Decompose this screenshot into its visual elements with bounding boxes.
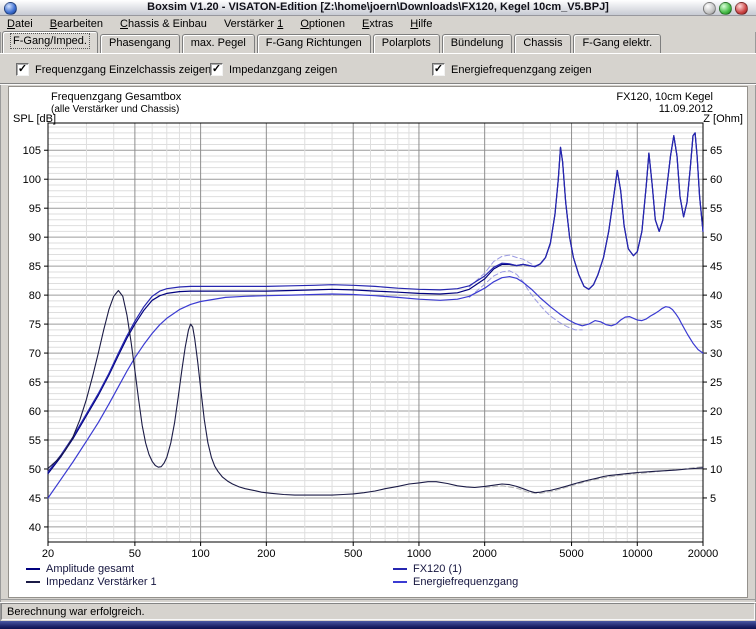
tab-fgang-imped[interactable]: F-Gang/Imped. (2, 31, 98, 53)
svg-text:95: 95 (29, 203, 41, 215)
tab-bar: F-Gang/Imped. Phasengang max. Pegel F-Ga… (2, 31, 663, 53)
y-axis-label-right: Z [Ohm] (703, 113, 743, 125)
window-titlebar: Boxsim V1.20 - VISATON-Edition [Z:\home\… (0, 0, 756, 16)
close-button[interactable] (735, 2, 748, 15)
svg-text:10000: 10000 (622, 548, 653, 560)
chart-panel: 20 50 100 200 500 1000 2000 5000 10000 20000 40 45 5… (8, 86, 748, 598)
checkbox-icon[interactable]: ✓ (210, 63, 223, 76)
legend-item-fx120: FX120 (1) (393, 563, 462, 575)
chart-title: Frequenzgang Gesamtbox (51, 91, 182, 103)
svg-text:45: 45 (29, 493, 41, 505)
legend-swatch-icon (393, 568, 407, 570)
window-bottom-border (0, 621, 756, 629)
status-bar: Berechnung war erfolgreich. (1, 603, 755, 620)
svg-text:100: 100 (191, 548, 209, 560)
y-axis-label-left: SPL [dB] (13, 113, 57, 125)
checkbox-icon[interactable]: ✓ (16, 63, 29, 76)
menu-optionen[interactable]: Optionen (293, 16, 352, 31)
svg-text:40: 40 (710, 290, 722, 302)
checkbox-label: Frequenzgang Einzelchassis zeigen (35, 63, 212, 76)
window-title: Boxsim V1.20 - VISATON-Edition [Z:\home\… (147, 1, 609, 13)
maximize-button[interactable] (719, 2, 732, 15)
menu-verstaerker-1[interactable]: Verstärker 1 (217, 16, 290, 31)
menu-datei[interactable]: Datei (0, 16, 40, 31)
tab-phasengang[interactable]: Phasengang (99, 34, 180, 53)
svg-text:55: 55 (29, 435, 41, 447)
tab-max-pegel[interactable]: max. Pegel (181, 34, 255, 53)
svg-text:85: 85 (29, 261, 41, 273)
svg-text:50: 50 (29, 464, 41, 476)
svg-text:55: 55 (710, 203, 722, 215)
checkbox-icon[interactable]: ✓ (432, 63, 445, 76)
menu-hilfe[interactable]: Hilfe (403, 16, 439, 31)
tab-fgang-elektr[interactable]: F-Gang elektr. (573, 34, 662, 53)
status-text: Berechnung war erfolgreich. (7, 606, 145, 618)
svg-text:75: 75 (29, 319, 41, 331)
svg-text:50: 50 (710, 232, 722, 244)
checkbox-impedanzgang[interactable]: ✓ Impedanzgang zeigen (210, 63, 337, 76)
svg-text:40: 40 (29, 522, 41, 534)
svg-text:5000: 5000 (559, 548, 583, 560)
svg-text:15: 15 (710, 435, 722, 447)
svg-text:50: 50 (129, 548, 141, 560)
svg-text:10: 10 (710, 464, 722, 476)
svg-text:65: 65 (710, 145, 722, 157)
menu-chassis-einbau[interactable]: Chassis & Einbau (113, 16, 214, 31)
menu-bearbeiten[interactable]: Bearbeiten (43, 16, 110, 31)
chart-options-toolbar: ✓ Frequenzgang Einzelchassis zeigen ✓ Im… (0, 53, 756, 84)
legend-item-impedanz: Impedanz Verstärker 1 (26, 576, 157, 588)
svg-text:20: 20 (710, 406, 722, 418)
legend-label: Energiefrequenzgang (413, 576, 519, 588)
svg-text:25: 25 (710, 377, 722, 389)
checkbox-energiefrequenzgang[interactable]: ✓ Energiefrequenzgang zeigen (432, 63, 592, 76)
tab-chassis[interactable]: Chassis (514, 34, 572, 53)
checkbox-label: Impedanzgang zeigen (229, 63, 338, 76)
svg-text:500: 500 (344, 548, 362, 560)
chart-subtitle: (alle Verstärker und Chassis) (51, 104, 180, 115)
boxsim-window: { "window": { "title": "Boxsim V1.20 - V… (0, 0, 756, 629)
minimize-button[interactable] (703, 2, 716, 15)
svg-text:2000: 2000 (472, 548, 496, 560)
tab-fgang-richtungen[interactable]: F-Gang Richtungen (256, 34, 371, 53)
svg-text:60: 60 (710, 174, 722, 186)
svg-text:70: 70 (29, 348, 41, 360)
tab-polarplots[interactable]: Polarplots (372, 34, 440, 53)
legend-item-energiefrequenzgang: Energiefrequenzgang (393, 576, 518, 588)
svg-text:35: 35 (710, 319, 722, 331)
legend-swatch-icon (26, 581, 40, 583)
legend-swatch-icon (393, 581, 407, 583)
chart-annotation: FX120, 10cm Kegel 11.09.2012 (616, 91, 713, 115)
svg-text:100: 100 (23, 174, 41, 186)
tab-buendelung[interactable]: Bündelung (441, 34, 513, 53)
project-name: FX120, 10cm Kegel (616, 91, 713, 103)
svg-text:90: 90 (29, 232, 41, 244)
svg-text:20: 20 (42, 548, 54, 560)
legend-item-amplitude-gesamt: Amplitude gesamt (26, 563, 134, 575)
svg-text:1000: 1000 (407, 548, 431, 560)
legend-label: Amplitude gesamt (46, 563, 135, 575)
svg-text:200: 200 (257, 548, 275, 560)
project-date: 11.09.2012 (658, 103, 713, 115)
svg-text:20000: 20000 (688, 548, 719, 560)
svg-text:45: 45 (710, 261, 722, 273)
svg-text:5: 5 (710, 493, 716, 505)
svg-text:65: 65 (29, 377, 41, 389)
legend-label: FX120 (1) (413, 563, 462, 575)
svg-text:30: 30 (710, 348, 722, 360)
chart-plot: 20 50 100 200 500 1000 2000 5000 10000 20000 40 45 5… (23, 122, 722, 560)
svg-text:105: 105 (23, 145, 41, 157)
legend-label: Impedanz Verstärker 1 (46, 576, 157, 588)
svg-text:80: 80 (29, 290, 41, 302)
checkbox-label: Energiefrequenzgang zeigen (451, 63, 592, 76)
svg-text:60: 60 (29, 406, 41, 418)
menu-extras[interactable]: Extras (355, 16, 400, 31)
checkbox-frequenzgang-einzelchassis[interactable]: ✓ Frequenzgang Einzelchassis zeigen (16, 63, 211, 76)
legend-swatch-icon (26, 568, 40, 570)
menu-bar: Datei Bearbeiten Chassis & Einbau Verstä… (0, 16, 756, 32)
